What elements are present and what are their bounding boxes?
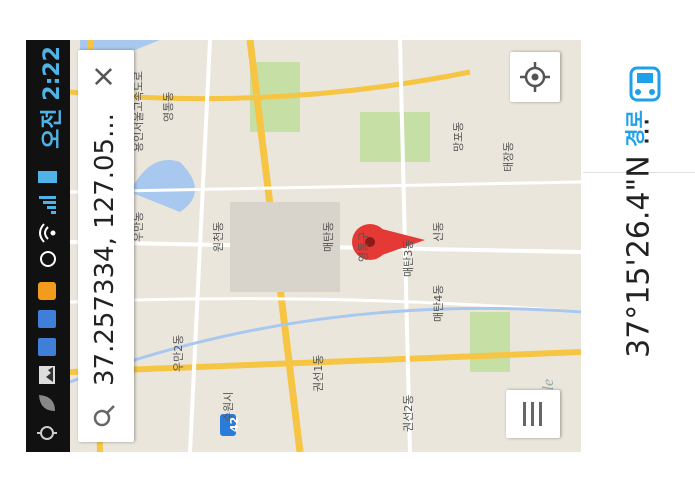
status-time: 오전 2:22 [40,46,65,149]
map-view[interactable]: 42 Google 영통동 매탄동 영통구 매탄3동 권선1동 권선2동 수원시… [70,40,581,452]
search-icon [92,404,120,428]
map-label-uman2-dong: 우만2동 [172,334,185,372]
clear-search-button[interactable]: × [86,64,121,89]
coordinates-panel: 37°15'26.4"N ... [583,40,695,452]
wifi-icon [36,222,58,244]
sync-icon-2 [36,308,58,330]
battery-icon [36,166,58,188]
search-query[interactable]: 37.257334, 127.05... [90,113,120,386]
map-label-sin-dong: 신동 [432,221,445,242]
signal-icon [36,194,58,216]
leaf-icon [36,392,58,414]
map-labels: 영통동 매탄동 영통구 매탄3동 권선1동 권선2동 수원시 신동 망포동 매탄… [70,40,581,452]
map-label-maetan3-dong: 매탄3동 [402,239,415,277]
status-bar: 오전 2:22 [26,40,70,452]
alarm-icon [36,248,58,270]
app-icon [36,280,58,302]
location-sheet[interactable]: 경로 37°15'26.4"N ... [583,40,695,452]
search-bar[interactable]: 37.257334, 127.05... × [78,50,134,442]
sync-icon [36,336,58,358]
map-label-yeongtong-gu: 영통구 [357,231,370,262]
map-label-yeongtong-dong: 영통동 [162,91,175,122]
my-location-button[interactable] [510,52,560,102]
layers-menu-button[interactable] [506,390,560,438]
map-label-taejang-dong: 태장동 [502,141,515,172]
gps-icon [36,422,58,444]
rotated-content: 오전 2:22 42 영통동 매탄동 영통구 매탄3동 권선1동 권선2동 수원… [26,40,581,452]
image-icon [36,364,58,386]
map-label-maetan4-dong: 매탄4동 [432,284,445,322]
map-label-suwon-si: 수원시 [222,391,235,422]
map-label-woncheon-dong: 원천동 [212,221,225,252]
map-label-mangpo-dong: 망포동 [452,121,465,152]
coordinates-text: 37°15'26.4"N ... [621,117,657,358]
crosshair-icon [520,62,550,92]
map-label-gwonseon1-dong: 권선1동 [312,354,325,392]
map-label-gwonseon2-dong: 권선2동 [402,394,415,432]
map-label-maetan-dong: 매탄동 [322,221,335,252]
menu-icon [523,402,542,426]
phone-screen: 오전 2:22 42 영통동 매탄동 영통구 매탄3동 권선1동 권선2동 수원… [26,40,581,452]
